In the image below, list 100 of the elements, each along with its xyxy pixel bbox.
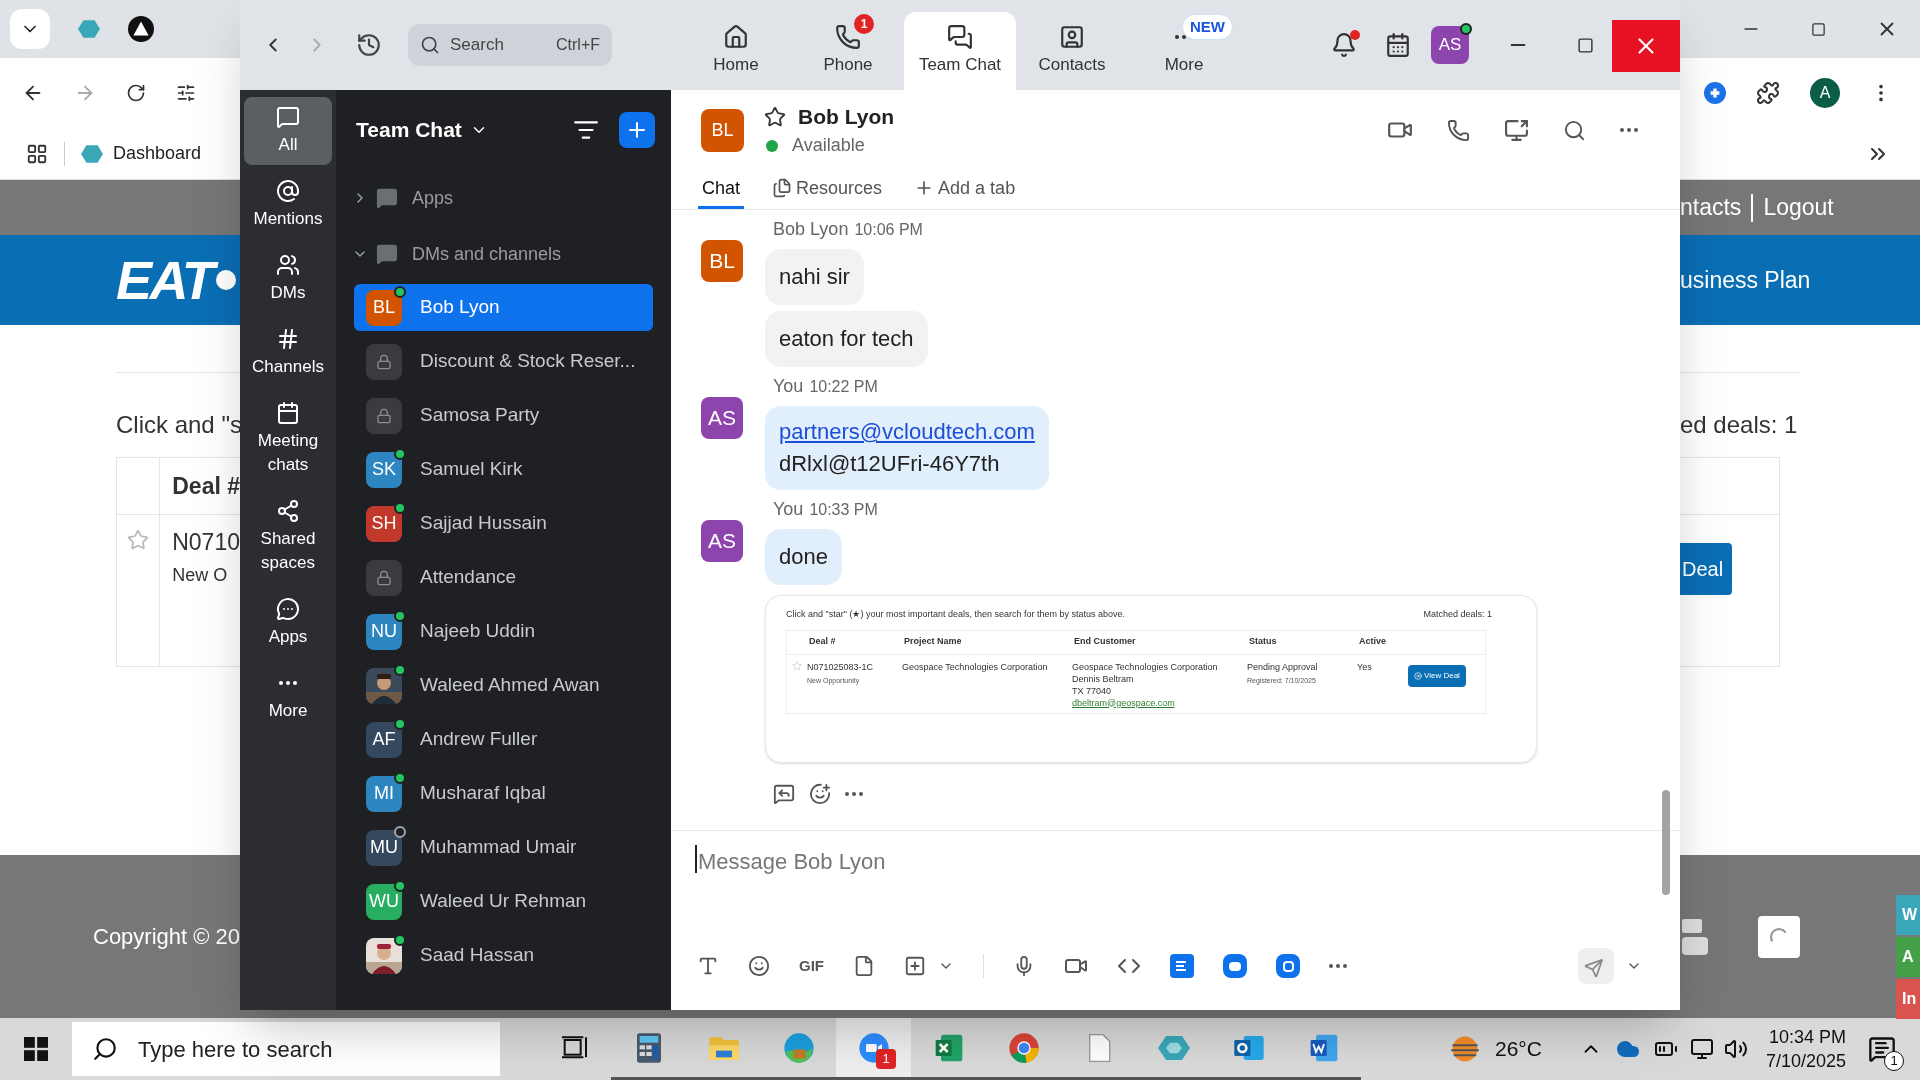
chat-tab[interactable]: Chat — [698, 170, 745, 209]
gif-button[interactable]: GIF — [799, 954, 824, 978]
search-field[interactable]: Search Ctrl+F — [408, 24, 612, 66]
whiteboard-app-icon[interactable] — [1223, 954, 1247, 978]
chat-list-item[interactable]: Waleed Ahmed Awan — [354, 662, 653, 709]
section-header[interactable]: Apps — [336, 170, 671, 226]
list-app-icon[interactable] — [1170, 954, 1194, 978]
nav-tab[interactable]: Home — [680, 12, 792, 90]
rail-item[interactable]: Apps — [244, 589, 332, 657]
rail-item[interactable]: Meeting chats — [244, 393, 332, 485]
triangle-favicon-icon[interactable] — [128, 16, 154, 42]
new-chat-button[interactable] — [619, 112, 655, 148]
emoji-icon[interactable] — [748, 955, 770, 977]
table-cell-text: Dennis Beltram — [1072, 672, 1135, 685]
message-input[interactable]: Message Bob Lyon — [671, 831, 1680, 941]
chat-tab[interactable]: Resources — [768, 170, 887, 209]
bookmark[interactable]: Dashboard — [81, 140, 202, 167]
bell-icon[interactable] — [1331, 32, 1357, 58]
star-icon[interactable] — [792, 660, 802, 671]
email-link[interactable]: dbeltram@geospace.com — [1072, 696, 1247, 709]
maximize-icon[interactable] — [1577, 36, 1594, 54]
view-deal-button[interactable]: View Deal — [1408, 664, 1466, 687]
clock[interactable]: 10:34 PM 7/10/2025 — [1765, 1025, 1846, 1073]
deal-button[interactable]: Deal — [1680, 543, 1732, 595]
sender-avatar[interactable]: AS — [701, 520, 743, 562]
star-icon[interactable] — [127, 529, 150, 551]
add-reaction-icon[interactable] — [809, 783, 831, 805]
section-header[interactable]: DMs and channels — [336, 226, 671, 282]
extension-icon[interactable] — [1704, 82, 1726, 104]
chat-icon — [947, 24, 973, 51]
chat-list-item[interactable]: AF Andrew Fuller — [354, 716, 653, 763]
more-icon[interactable] — [1329, 964, 1347, 968]
file-icon[interactable] — [853, 955, 875, 977]
profile-avatar[interactable]: A — [1810, 78, 1840, 108]
site-settings-icon[interactable] — [176, 83, 196, 103]
star-icon[interactable] — [764, 105, 786, 128]
chat-list-item[interactable]: MI Musharaf Iqbal — [354, 770, 653, 817]
chat-list-item[interactable]: BL Bob Lyon — [354, 284, 653, 331]
network-icon[interactable] — [1689, 1037, 1714, 1061]
chat-list-item[interactable]: NU Najeeb Uddin — [354, 608, 653, 655]
screenshot-icon[interactable] — [904, 955, 926, 977]
nav-tab[interactable]: 1 Phone — [792, 12, 904, 90]
phone-icon[interactable] — [1447, 118, 1470, 142]
format-icon[interactable] — [697, 955, 719, 977]
files-icon — [772, 178, 793, 198]
rail-item[interactable]: Mentions — [244, 171, 332, 239]
temperature[interactable]: 26°C — [1495, 1033, 1542, 1065]
contact-avatar[interactable]: BL — [701, 108, 744, 152]
more-icon[interactable] — [845, 792, 863, 796]
sender-name: You — [773, 498, 804, 521]
rail-item[interactable]: Channels — [244, 319, 332, 387]
chat-list-item[interactable]: Samosa Party — [354, 392, 653, 439]
close-button[interactable] — [1612, 20, 1680, 72]
sender-avatar[interactable]: BL — [701, 240, 743, 282]
phone-icon — [835, 24, 861, 51]
more-icon[interactable] — [1620, 128, 1638, 132]
rail-item[interactable]: More — [244, 663, 332, 731]
rail-item[interactable]: All — [244, 97, 332, 165]
nav-tab[interactable]: NEW More — [1128, 12, 1240, 90]
nav-tab[interactable]: Team Chat — [904, 12, 1016, 90]
extensions-icon[interactable] — [1756, 81, 1780, 105]
rail-item[interactable]: DMs — [244, 245, 332, 313]
browser-icon — [782, 1031, 815, 1064]
chat-list-item[interactable]: SK Samuel Kirk — [354, 446, 653, 493]
chat-list-item[interactable]: MU Muhammad Umair — [354, 824, 653, 871]
nav-tab[interactable]: Contacts — [1016, 12, 1128, 90]
scrollbar[interactable] — [1662, 790, 1670, 895]
taskbar-app[interactable]: 1 — [836, 1018, 911, 1080]
rail-item[interactable]: Shared spaces — [244, 491, 332, 583]
share-screen-icon[interactable] — [1504, 117, 1529, 143]
send-button[interactable] — [1578, 948, 1614, 984]
chat-list-item[interactable]: Attendance — [354, 554, 653, 601]
matched-count: ed deals: 1 — [1680, 410, 1799, 440]
nav-link[interactable]: ntacts — [1680, 190, 1742, 225]
volume-icon[interactable] — [1723, 1037, 1748, 1061]
image-attachment[interactable] — [765, 595, 1537, 763]
side-tab[interactable]: In — [1896, 978, 1920, 1019]
search-icon — [420, 35, 440, 55]
email-link[interactable]: partners@vcloudtech.com — [779, 416, 1035, 448]
windows-logo-icon[interactable] — [24, 1037, 48, 1061]
nav-link[interactable]: Logout — [1763, 190, 1834, 225]
reload-icon[interactable] — [126, 83, 146, 103]
restore-icon[interactable] — [1811, 21, 1826, 37]
taskbar-search-field[interactable]: Type here to search — [72, 1022, 500, 1076]
chat-list-item[interactable]: WU Waleed Ur Rehman — [354, 878, 653, 925]
sender-avatar[interactable]: AS — [701, 397, 743, 439]
notifications-icon[interactable] — [1868, 1035, 1896, 1063]
reply-icon[interactable] — [773, 783, 795, 805]
panel-title[interactable]: Team Chat — [356, 114, 462, 146]
clips-app-icon[interactable] — [1276, 954, 1300, 978]
calendar-icon[interactable] — [1385, 32, 1411, 58]
chat-list-item[interactable]: Discount & Stock Reser... — [354, 338, 653, 385]
chat-tab[interactable]: Add a tab — [910, 170, 1020, 209]
search-icon[interactable] — [1563, 118, 1586, 142]
menu-link[interactable]: usiness Plan — [1680, 262, 1811, 298]
history-icon[interactable] — [356, 32, 382, 58]
apps-grid-icon[interactable] — [26, 142, 48, 165]
user-avatar[interactable]: AS — [1431, 26, 1469, 64]
chat-list-item[interactable]: SH Sajjad Hussain — [354, 500, 653, 547]
chat-list-item[interactable]: Saad Hassan — [354, 932, 653, 979]
